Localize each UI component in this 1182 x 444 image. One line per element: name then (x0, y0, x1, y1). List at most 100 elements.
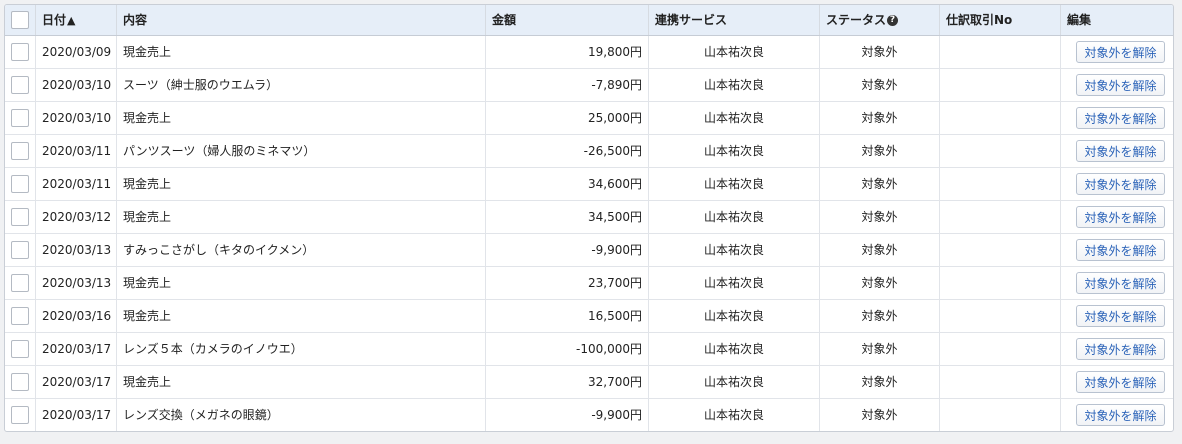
remove-exclusion-button[interactable]: 対象外を解除 (1076, 73, 1165, 96)
header-amount-label: 金額 (492, 13, 517, 28)
remove-exclusion-button[interactable]: 対象外を解除 (1076, 337, 1165, 360)
row-status: 対象外 (819, 68, 940, 102)
remove-exclusion-button[interactable]: 対象外を解除 (1076, 304, 1165, 327)
row-journal-no (939, 134, 1061, 168)
row-status: 対象外 (819, 299, 940, 333)
row-status: 対象外 (819, 134, 940, 168)
row-select-cell[interactable] (5, 299, 36, 333)
select-all-checkbox[interactable] (11, 10, 29, 29)
row-amount: -7,890円 (485, 68, 649, 102)
row-status: 対象外 (819, 101, 940, 135)
row-date: 2020/03/11 (35, 134, 117, 168)
header-edit: 編集 (1060, 5, 1173, 36)
row-service: 山本祐次良 (648, 200, 820, 234)
row-date: 2020/03/17 (35, 365, 117, 399)
row-edit-cell: 対象外を解除 (1060, 233, 1173, 267)
header-date[interactable]: 日付▲ (35, 5, 117, 36)
row-service: 山本祐次良 (648, 398, 820, 431)
row-description: パンツスーツ（婦人服のミネマツ） (116, 134, 486, 168)
row-checkbox[interactable] (11, 174, 29, 193)
row-description: レンズ５本（カメラのイノウエ） (116, 332, 486, 366)
remove-exclusion-button[interactable]: 対象外を解除 (1076, 40, 1165, 63)
table-row: 2020/03/17 現金売上 32,700円 山本祐次良 対象外 対象外を解除 (5, 365, 1173, 399)
row-journal-no (939, 167, 1061, 201)
row-journal-no (939, 35, 1061, 69)
row-service: 山本祐次良 (648, 299, 820, 333)
remove-exclusion-button[interactable]: 対象外を解除 (1076, 403, 1165, 426)
row-select-cell[interactable] (5, 101, 36, 135)
remove-exclusion-button[interactable]: 対象外を解除 (1076, 271, 1165, 294)
header-description-label: 内容 (123, 13, 148, 28)
row-status: 対象外 (819, 398, 940, 431)
row-checkbox[interactable] (11, 405, 29, 424)
row-service: 山本祐次良 (648, 134, 820, 168)
row-checkbox[interactable] (11, 240, 29, 259)
row-service: 山本祐次良 (648, 266, 820, 300)
row-checkbox[interactable] (11, 75, 29, 94)
row-edit-cell: 対象外を解除 (1060, 68, 1173, 102)
row-edit-cell: 対象外を解除 (1060, 35, 1173, 69)
row-checkbox[interactable] (11, 306, 29, 325)
row-journal-no (939, 200, 1061, 234)
row-checkbox[interactable] (11, 372, 29, 391)
row-status: 対象外 (819, 332, 940, 366)
table-row: 2020/03/16 現金売上 16,500円 山本祐次良 対象外 対象外を解除 (5, 299, 1173, 333)
row-service: 山本祐次良 (648, 332, 820, 366)
row-amount: -9,900円 (485, 398, 649, 431)
row-select-cell[interactable] (5, 365, 36, 399)
row-status: 対象外 (819, 365, 940, 399)
header-service-label: 連携サービス (655, 13, 728, 28)
row-description: 現金売上 (116, 101, 486, 135)
row-select-cell[interactable] (5, 35, 36, 69)
remove-exclusion-button[interactable]: 対象外を解除 (1076, 139, 1165, 162)
row-service: 山本祐次良 (648, 68, 820, 102)
remove-exclusion-button[interactable]: 対象外を解除 (1076, 106, 1165, 129)
row-checkbox[interactable] (11, 42, 29, 61)
row-checkbox[interactable] (11, 339, 29, 358)
row-edit-cell: 対象外を解除 (1060, 332, 1173, 366)
row-checkbox[interactable] (11, 141, 29, 160)
row-edit-cell: 対象外を解除 (1060, 134, 1173, 168)
row-journal-no (939, 299, 1061, 333)
row-edit-cell: 対象外を解除 (1060, 101, 1173, 135)
row-select-cell[interactable] (5, 233, 36, 267)
remove-exclusion-button[interactable]: 対象外を解除 (1076, 370, 1165, 393)
row-checkbox[interactable] (11, 108, 29, 127)
row-amount: -26,500円 (485, 134, 649, 168)
row-journal-no (939, 101, 1061, 135)
row-status: 対象外 (819, 200, 940, 234)
row-select-cell[interactable] (5, 200, 36, 234)
row-journal-no (939, 332, 1061, 366)
header-service: 連携サービス (648, 5, 820, 36)
row-checkbox[interactable] (11, 207, 29, 226)
table-body: 2020/03/09 現金売上 19,800円 山本祐次良 対象外 対象外を解除… (5, 35, 1173, 431)
row-journal-no (939, 68, 1061, 102)
table-header-row: 日付▲ 内容 金額 連携サービス ステータス? 仕訳取引No 編集 (5, 5, 1173, 36)
row-description: 現金売上 (116, 365, 486, 399)
table-row: 2020/03/11 現金売上 34,600円 山本祐次良 対象外 対象外を解除 (5, 167, 1173, 201)
row-select-cell[interactable] (5, 167, 36, 201)
row-edit-cell: 対象外を解除 (1060, 299, 1173, 333)
remove-exclusion-button[interactable]: 対象外を解除 (1076, 238, 1165, 261)
row-description: 現金売上 (116, 167, 486, 201)
row-journal-no (939, 398, 1061, 431)
sort-arrow-up-icon[interactable]: ▲ (67, 14, 75, 27)
row-status: 対象外 (819, 233, 940, 267)
question-circle-icon[interactable]: ? (887, 15, 899, 27)
row-edit-cell: 対象外を解除 (1060, 200, 1173, 234)
header-select-all[interactable] (5, 5, 36, 36)
row-select-cell[interactable] (5, 134, 36, 168)
row-amount: 16,500円 (485, 299, 649, 333)
remove-exclusion-button[interactable]: 対象外を解除 (1076, 172, 1165, 195)
row-amount: 23,700円 (485, 266, 649, 300)
row-amount: 34,500円 (485, 200, 649, 234)
row-select-cell[interactable] (5, 398, 36, 431)
remove-exclusion-button[interactable]: 対象外を解除 (1076, 205, 1165, 228)
header-description: 内容 (116, 5, 486, 36)
row-amount: 32,700円 (485, 365, 649, 399)
row-select-cell[interactable] (5, 68, 36, 102)
row-select-cell[interactable] (5, 332, 36, 366)
row-checkbox[interactable] (11, 273, 29, 292)
row-status: 対象外 (819, 266, 940, 300)
row-select-cell[interactable] (5, 266, 36, 300)
